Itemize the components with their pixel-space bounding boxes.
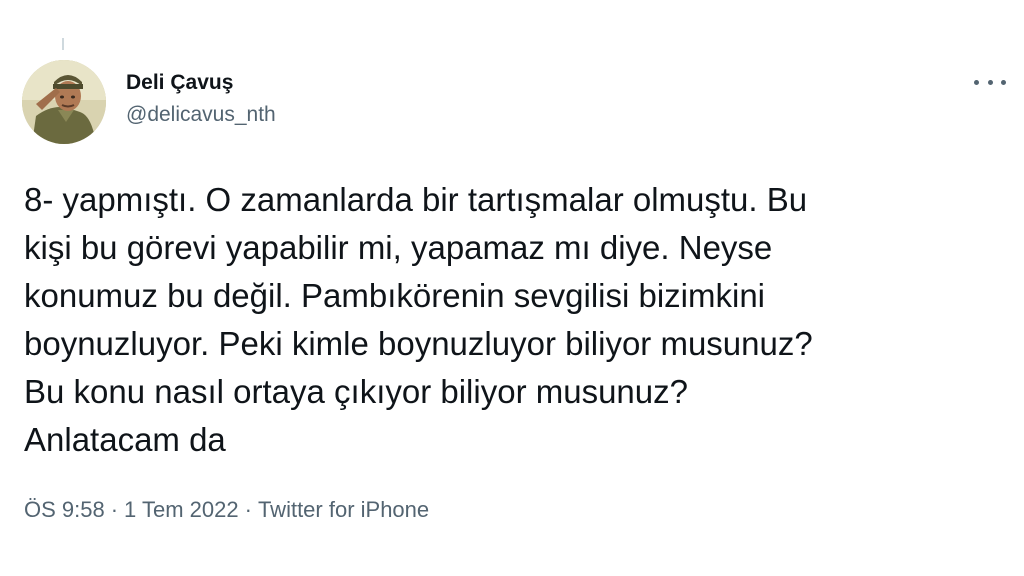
author-display-name[interactable]: Deli Çavuş [126,70,276,96]
more-options-button[interactable] [974,72,1006,92]
meta-separator: · [244,497,252,522]
avatar[interactable] [22,60,106,144]
thread-line [62,38,64,50]
ellipsis-icon [1001,79,1006,85]
tweet-timestamp-link[interactable]: ÖS 9:58 · 1 Tem 2022 [24,497,239,522]
tweet-text-line: 8- yapmıştı. O zamanlarda bir tartışmala… [24,181,808,218]
tweet-text-line: konumuz bu değil. Pambıkörenin sevgilisi… [24,277,766,314]
ellipsis-icon [987,79,993,85]
tweet-text: 8- yapmıştı. O zamanlarda bir tartışmala… [24,176,999,464]
author-handle[interactable]: @delicavus_nth [126,102,276,128]
tweet-text-line: Bu konu nasıl ortaya çıkıyor biliyor mus… [24,373,688,410]
avatar-photo [22,60,106,144]
tweet-text-line: Anlatacam da [24,421,226,458]
tweet-text-line: kişi bu görevi yapabilir mi, yapamaz mı … [24,229,773,266]
tweet-source-link[interactable]: Twitter for iPhone [258,497,429,522]
tweet-time: ÖS 9:58 [24,497,105,522]
tweet-date: 1 Tem 2022 [124,497,239,522]
meta-separator: · [110,497,119,522]
tweet-text-line: boynuzluyor. Peki kimle boynuzluyor bili… [24,325,813,362]
tweet-author[interactable]: Deli Çavuş @delicavus_nth [126,70,276,128]
tweet-meta: ÖS 9:58 · 1 Tem 2022 · Twitter for iPhone [24,496,429,524]
ellipsis-icon [974,79,979,85]
